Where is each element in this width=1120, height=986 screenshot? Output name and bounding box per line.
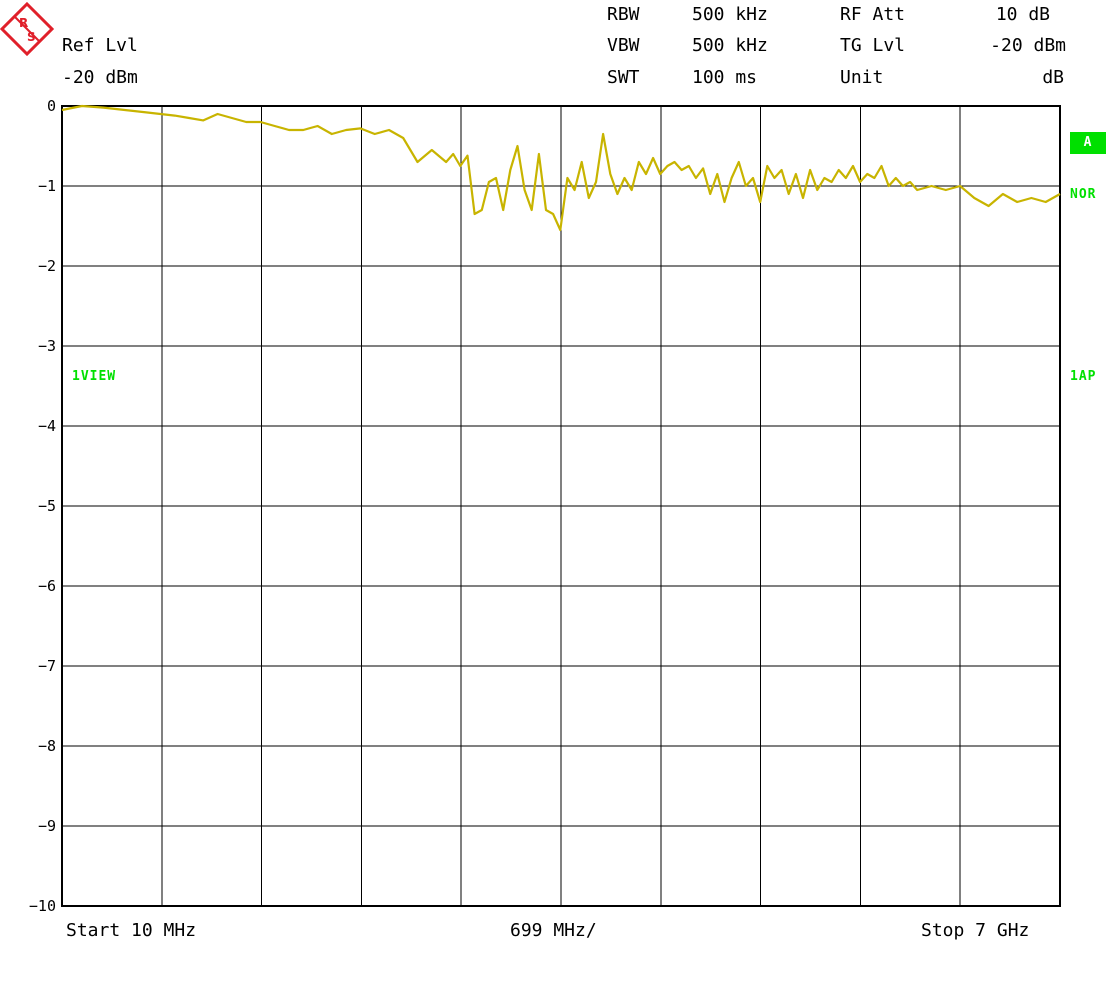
- y-tick-label: −1: [38, 177, 56, 195]
- start-frequency: Start 10 MHz: [66, 920, 197, 941]
- spectrum-chart: 0 −1 −2 −3 −4 −5 −6 −7 −8 −9 −10: [29, 97, 1061, 915]
- y-tick-label: −9: [38, 817, 56, 835]
- y-tick-label: 0: [47, 97, 56, 115]
- y-tick-label: −6: [38, 577, 56, 595]
- y-tick-label: −2: [38, 257, 56, 275]
- y-tick-label: −4: [38, 417, 56, 435]
- y-tick-label: −10: [29, 897, 56, 915]
- y-tick-label: −5: [38, 497, 56, 515]
- y-tick-label: −7: [38, 657, 56, 675]
- y-tick-label: −8: [38, 737, 56, 755]
- span-per-division: 699 MHz/: [510, 920, 597, 941]
- stop-frequency: Stop 7 GHz: [921, 920, 1030, 941]
- y-tick-label: −3: [38, 337, 56, 355]
